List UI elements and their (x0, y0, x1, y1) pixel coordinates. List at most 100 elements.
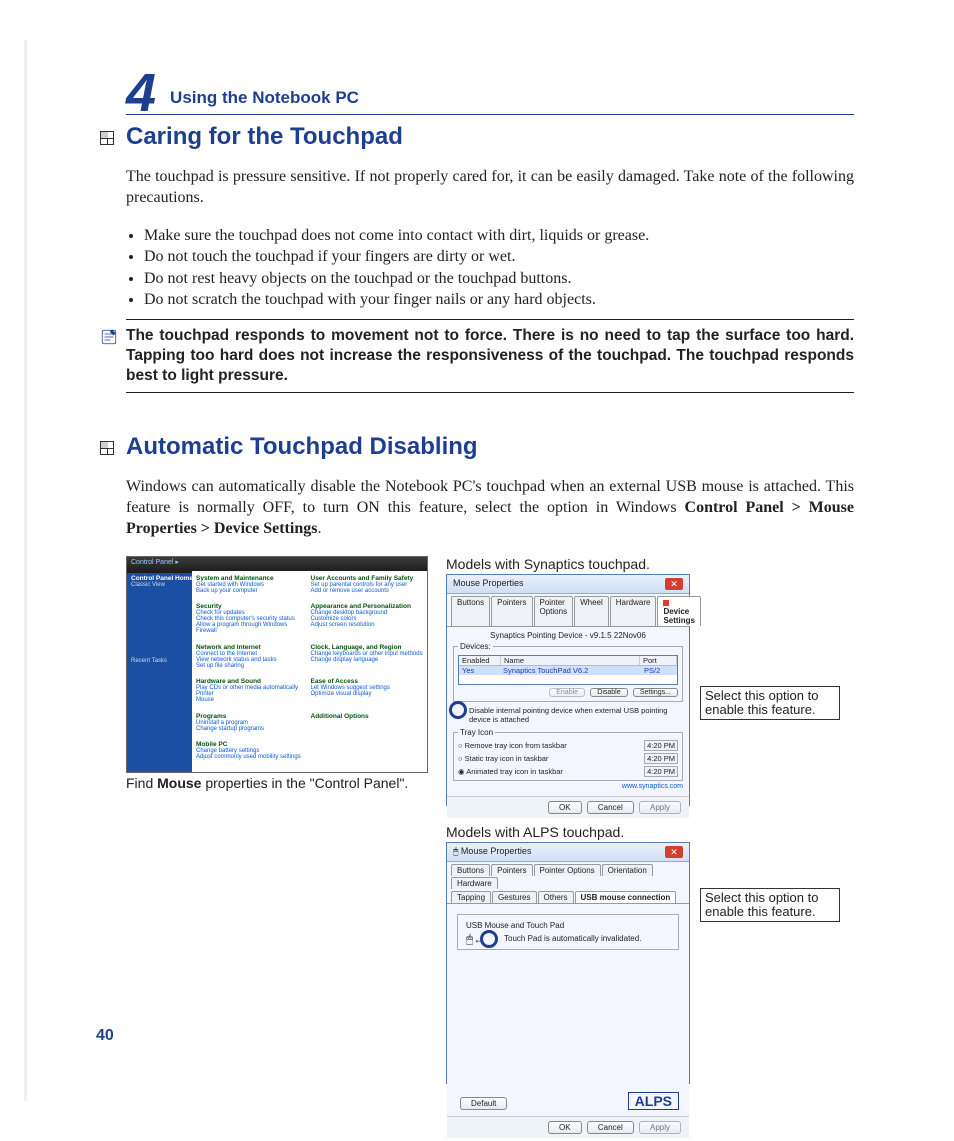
bullet-item: Do not rest heavy objects on the touchpa… (144, 268, 854, 290)
section-marker-icon (100, 441, 114, 455)
precaution-list: Make sure the touchpad does not come int… (126, 225, 854, 311)
dialog-title-text: Mouse Properties (453, 578, 524, 590)
synaptics-dialog: Mouse Properties ✕ Buttons Pointers Poin… (446, 574, 690, 806)
cp-item: ProgramsUninstall a programChange startu… (196, 713, 309, 740)
dialog-title-text: 🖱 Mouse Properties (453, 846, 531, 858)
disable-checkbox-label: Disable internal pointing device when ex… (469, 706, 667, 724)
close-icon[interactable]: ✕ (665, 578, 683, 590)
tab-buttons[interactable]: Buttons (451, 864, 490, 876)
dialog-buttons: OK Cancel Apply (447, 1116, 689, 1138)
tab-others[interactable]: Others (538, 891, 574, 903)
figures-row: Control Panel ▸ Control Panel Home Class… (126, 556, 854, 1102)
radio-animated[interactable]: ◉ Animated tray icon in taskbar4:20 PM (458, 765, 678, 778)
alps-heading: Models with ALPS touchpad. (446, 824, 854, 840)
alps-logo: ALPS (628, 1092, 679, 1110)
figure-control-panel: Control Panel ▸ Control Panel Home Class… (126, 556, 426, 791)
chapter-header: 4 Using the Notebook PC (126, 60, 854, 115)
bullet-item: Do not scratch the touchpad with your fi… (144, 289, 854, 311)
devices-legend: Devices: (458, 642, 493, 651)
cp-recent-tasks: Recent Tasks (131, 658, 196, 664)
cp-item: Network and InternetConnect to the Inter… (196, 644, 309, 677)
disable-button[interactable]: Disable (590, 688, 627, 697)
cp-item: Mobile PCChange battery settingsAdjust c… (196, 741, 309, 768)
dialog-titlebar: 🖱 Mouse Properties ✕ (447, 843, 689, 862)
time-badge: 4:20 PM (644, 753, 678, 764)
disable-checkbox-row[interactable]: Disable internal pointing device when ex… (453, 704, 683, 726)
cp-item: SecurityCheck for updatesCheck this comp… (196, 603, 309, 642)
tab-device-settings[interactable]: Device Settings (657, 596, 701, 626)
alps-group: USB Mouse and Touch Pad 🖱↔ Touch Pad is … (457, 914, 679, 950)
ok-button[interactable]: OK (548, 1121, 582, 1134)
note-icon (100, 328, 118, 346)
callout-synaptics: Select this option to enable this featur… (700, 686, 840, 721)
alps-checkbox-row[interactable]: 🖱↔ Touch Pad is automatically invalidate… (466, 934, 670, 943)
section-auto-disable: Automatic Touchpad Disabling Windows can… (126, 433, 854, 1101)
tab-wheel[interactable]: Wheel (574, 596, 609, 626)
enable-button[interactable]: Enable (549, 688, 585, 697)
note-box: The touchpad responds to movement not to… (126, 319, 854, 393)
note-text: The touchpad responds to movement not to… (126, 327, 854, 384)
figure-synaptics: Models with Synaptics touchpad. Mouse Pr… (446, 556, 854, 806)
callout-alps: Select this option to enable this featur… (700, 888, 840, 923)
cp-classic-view: Classic View (131, 582, 196, 588)
cp-item: Appearance and PersonalizationChange des… (311, 603, 424, 642)
tab-pointers[interactable]: Pointers (491, 596, 532, 626)
page: 4 Using the Notebook PC Caring for the T… (0, 0, 954, 1141)
dialog-tabs: Buttons Pointers Pointer Options Orienta… (447, 862, 689, 889)
cp-item: Ease of AccessLet Windows suggest settin… (311, 678, 424, 711)
tab-buttons[interactable]: Buttons (451, 596, 490, 626)
device-list-header: Enabled Name Port (459, 656, 677, 666)
dialog-tabs-row2: Tapping Gestures Others USB mouse connec… (447, 889, 689, 903)
dialog-body: USB Mouse and Touch Pad 🖱↔ Touch Pad is … (447, 903, 689, 1116)
bullet-item: Make sure the touchpad does not come int… (144, 225, 854, 247)
radio-static[interactable]: ○ Static tray icon in taskbar4:20 PM (458, 752, 678, 765)
cp-item: Clock, Language, and RegionChange keyboa… (311, 644, 424, 677)
tab-gestures[interactable]: Gestures (492, 891, 536, 903)
tab-hardware[interactable]: Hardware (610, 596, 657, 626)
tab-tapping[interactable]: Tapping (451, 891, 491, 903)
time-badge: 4:20 PM (644, 766, 678, 777)
tab-hardware[interactable]: Hardware (451, 877, 498, 889)
device-buttons: Enable Disable Settings... (458, 687, 678, 697)
cp-item: Hardware and SoundPlay CDs or other medi… (196, 678, 309, 711)
highlight-circle-icon (480, 930, 498, 948)
radio-remove[interactable]: ○ Remove tray icon from taskbar4:20 PM (458, 739, 678, 752)
dialog-body: Synaptics Pointing Device - v9.1.5 22Nov… (447, 626, 689, 796)
time-badge: 4:20 PM (644, 740, 678, 751)
tab-pointers[interactable]: Pointers (491, 864, 532, 876)
highlight-circle-icon (449, 701, 467, 719)
settings-button[interactable]: Settings... (633, 688, 678, 697)
device-list: Enabled Name Port Yes Synaptics TouchPad… (458, 655, 678, 685)
apply-button[interactable]: Apply (639, 1121, 681, 1134)
cp-item: System and MaintenanceGet started with W… (196, 575, 309, 602)
tab-usb-mouse[interactable]: USB mouse connection (575, 891, 677, 903)
dialog-titlebar: Mouse Properties ✕ (447, 575, 689, 594)
cancel-button[interactable]: Cancel (587, 1121, 634, 1134)
intro-period: . (317, 520, 321, 537)
cancel-button[interactable]: Cancel (587, 801, 634, 814)
cp-main-grid: System and MaintenanceGet started with W… (192, 571, 427, 772)
alps-dialog: 🖱 Mouse Properties ✕ Buttons Pointers Po… (446, 842, 690, 1084)
chapter-number: 4 (126, 66, 156, 120)
control-panel-screenshot: Control Panel ▸ Control Panel Home Class… (126, 556, 428, 773)
close-icon[interactable]: ✕ (665, 846, 683, 858)
synaptics-link[interactable]: www.synaptics.com (453, 783, 683, 790)
section-caring: Caring for the Touchpad The touchpad is … (126, 123, 854, 393)
synaptics-heading: Models with Synaptics touchpad. (446, 556, 854, 572)
ok-button[interactable]: OK (548, 801, 582, 814)
section-marker-icon (100, 131, 114, 145)
cp-sidebar: Control Panel Home Classic View Recent T… (127, 571, 200, 772)
dialog-tabs: Buttons Pointers Pointer Options Wheel H… (447, 594, 689, 626)
default-button[interactable]: Default (460, 1097, 507, 1110)
figure-alps: Models with ALPS touchpad. 🖱 Mouse Prope… (446, 824, 854, 1084)
tab-pointer-options[interactable]: Pointer Options (534, 864, 601, 876)
right-figures-column: Models with Synaptics touchpad. Mouse Pr… (446, 556, 854, 1102)
apply-button[interactable]: Apply (639, 801, 681, 814)
synaptics-logo-icon (663, 600, 669, 606)
device-row-selected[interactable]: Yes Synaptics TouchPad V6.2 PS/2 (459, 666, 677, 675)
binding-shadow (24, 40, 27, 1101)
alps-checkbox-label: Touch Pad is automatically invalidated. (504, 934, 641, 943)
tab-orientation[interactable]: Orientation (602, 864, 653, 876)
tab-pointer-options[interactable]: Pointer Options (534, 596, 574, 626)
section-title: Automatic Touchpad Disabling (126, 433, 854, 461)
